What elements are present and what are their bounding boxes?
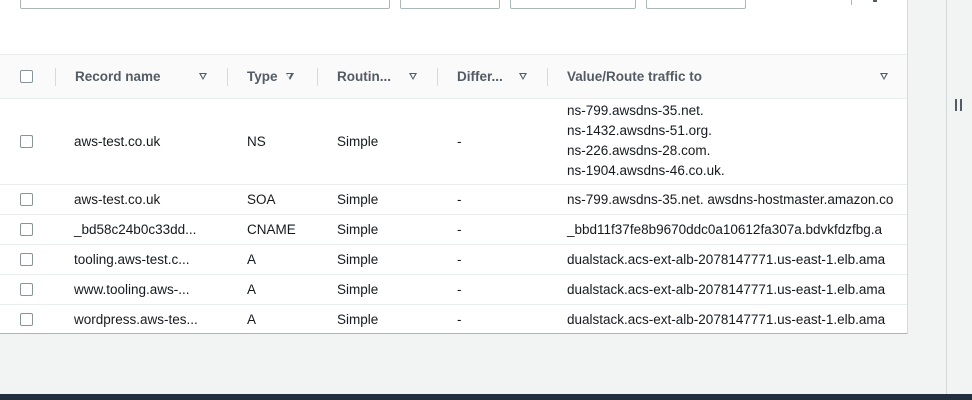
table-row[interactable]: tooling.aws-test.c... A Simple - dualsta… xyxy=(0,244,907,275)
row-checkbox[interactable] xyxy=(20,253,33,267)
table-header-row: Record name Type Routin... Differ... Val… xyxy=(0,55,907,99)
routing-cell: Simple xyxy=(317,98,437,185)
sort-down-icon[interactable] xyxy=(519,72,527,80)
row-select-cell xyxy=(0,244,55,275)
differentiator-cell: - xyxy=(437,274,547,305)
value-cell: dualstack.acs-ext-alb-2078147771.us-east… xyxy=(547,304,907,333)
filter-row xyxy=(0,0,907,10)
row-checkbox[interactable] xyxy=(20,223,33,237)
sort-down-icon[interactable] xyxy=(285,72,294,80)
column-label: Routin... xyxy=(337,68,391,84)
type-cell: A xyxy=(227,274,317,305)
sort-down-icon[interactable] xyxy=(199,72,207,80)
table-row[interactable]: _bd58c24b0c33dd... CNAME Simple - _bbd11… xyxy=(0,214,907,245)
differentiator-cell: - xyxy=(437,184,547,215)
column-header-routing-policy[interactable]: Routin... xyxy=(317,55,437,99)
type-cell: SOA xyxy=(227,184,317,215)
routing-cell: Simple xyxy=(317,244,437,275)
column-divider[interactable] xyxy=(55,68,56,86)
record-name-cell[interactable]: aws-test.co.uk xyxy=(55,98,227,185)
row-select-cell xyxy=(0,214,55,245)
table-row[interactable]: aws-test.co.uk SOA Simple - ns-799.awsdn… xyxy=(0,184,907,215)
differentiator-cell: - xyxy=(437,244,547,275)
value-cell: ns-799.awsdns-35.net. ns-1432.awsdns-51.… xyxy=(547,98,907,185)
column-label: Differ... xyxy=(457,68,503,84)
routing-cell: Simple xyxy=(317,304,437,333)
search-input[interactable] xyxy=(20,0,390,9)
record-name-cell[interactable]: _bd58c24b0c33dd... xyxy=(55,214,227,245)
differentiator-cell: - xyxy=(437,98,547,185)
alias-filter-dropdown[interactable] xyxy=(646,0,746,9)
sort-down-icon[interactable] xyxy=(880,72,888,80)
column-header-record-name[interactable]: Record name xyxy=(55,55,227,99)
select-all-header xyxy=(0,55,55,99)
differentiator-cell: - xyxy=(437,214,547,245)
records-table: Record name Type Routin... Differ... Val… xyxy=(0,55,907,333)
value-cell: _bbd11f37fe8b9670ddc0a10612fa307a.bdvkfd… xyxy=(547,214,907,245)
differentiator-cell: - xyxy=(437,304,547,333)
column-divider[interactable] xyxy=(227,68,228,86)
column-divider[interactable] xyxy=(317,68,318,86)
type-cell: CNAME xyxy=(227,214,317,245)
type-cell: A xyxy=(227,244,317,275)
column-header-type[interactable]: Type xyxy=(227,55,317,99)
column-divider[interactable] xyxy=(437,68,438,86)
column-label: Record name xyxy=(75,68,161,84)
row-select-cell xyxy=(0,184,55,215)
routing-cell: Simple xyxy=(317,184,437,215)
select-all-checkbox[interactable] xyxy=(20,69,33,83)
column-divider[interactable] xyxy=(547,68,548,86)
value-line: ns-1904.awsdns-46.co.uk. xyxy=(567,163,725,178)
row-checkbox[interactable] xyxy=(20,313,33,327)
routing-cell: Simple xyxy=(317,274,437,305)
value-cell: dualstack.acs-ext-alb-2078147771.us-east… xyxy=(547,274,907,305)
routing-filter-dropdown[interactable] xyxy=(510,0,636,9)
value-line: ns-226.awsdns-28.com. xyxy=(567,143,711,158)
type-cell: NS xyxy=(227,98,317,185)
column-header-value[interactable]: Value/Route traffic to xyxy=(547,55,907,99)
pause-icon[interactable] xyxy=(955,99,962,111)
row-checkbox[interactable] xyxy=(20,283,33,297)
type-filter-dropdown[interactable] xyxy=(400,0,500,9)
record-name-cell[interactable]: aws-test.co.uk xyxy=(55,184,227,215)
pause-bar xyxy=(955,99,957,111)
column-label: Value/Route traffic to xyxy=(567,68,703,84)
value-cell: dualstack.acs-ext-alb-2078147771.us-east… xyxy=(547,244,907,275)
column-header-differentiator[interactable]: Differ... xyxy=(437,55,547,99)
record-name-cell[interactable]: www.tooling.aws-... xyxy=(55,274,227,305)
sort-down-icon[interactable] xyxy=(409,72,417,80)
value-cell: ns-799.awsdns-35.net. awsdns-hostmaster.… xyxy=(547,184,907,215)
row-checkbox[interactable] xyxy=(20,135,33,149)
records-panel: Record name Type Routin... Differ... Val… xyxy=(0,0,908,334)
table-row[interactable]: www.tooling.aws-... A Simple - dualstack… xyxy=(0,274,907,305)
routing-cell: Simple xyxy=(317,214,437,245)
value-line: ns-1432.awsdns-51.org. xyxy=(567,123,712,138)
pagination-control[interactable] xyxy=(873,0,877,2)
footer-bar xyxy=(0,394,972,400)
row-select-cell xyxy=(0,98,55,185)
table-row[interactable]: aws-test.co.uk NS Simple - ns-799.awsdns… xyxy=(0,98,907,185)
value-line: ns-799.awsdns-35.net. xyxy=(567,103,704,118)
type-cell: A xyxy=(227,304,317,333)
column-label: Type xyxy=(247,68,278,84)
record-name-cell[interactable]: wordpress.aws-tes... xyxy=(55,304,227,333)
split-panel-divider[interactable] xyxy=(946,0,947,394)
pagination-divider xyxy=(851,0,852,5)
row-checkbox[interactable] xyxy=(20,193,33,207)
table-row[interactable]: wordpress.aws-tes... A Simple - dualstac… xyxy=(0,304,907,333)
row-select-cell xyxy=(0,304,55,333)
row-select-cell xyxy=(0,274,55,305)
pause-bar xyxy=(960,99,962,111)
record-name-cell[interactable]: tooling.aws-test.c... xyxy=(55,244,227,275)
